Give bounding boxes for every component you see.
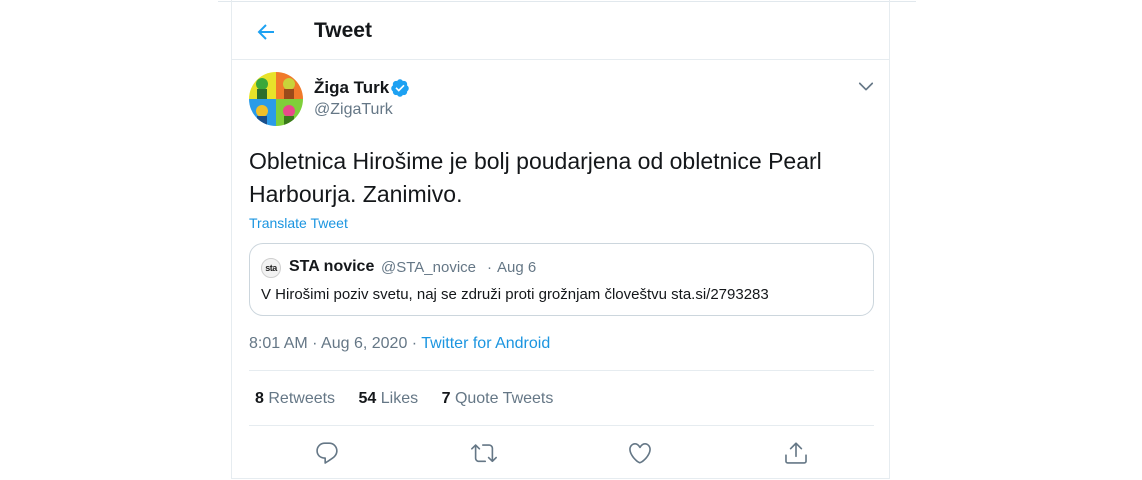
page-title: Tweet	[314, 19, 372, 42]
quoted-author-name: STA novice	[289, 258, 375, 275]
tweet-date[interactable]: Aug 6, 2020	[321, 335, 407, 352]
tweet-time[interactable]: 8:01 AM	[249, 335, 308, 352]
likes-count: 54	[358, 390, 377, 407]
avatar[interactable]	[249, 72, 303, 126]
heart-icon[interactable]	[627, 440, 653, 466]
author-handle[interactable]: @ZigaTurk	[314, 101, 393, 119]
retweets-stat[interactable]: 8 Retweets	[255, 390, 335, 408]
quoted-tweet[interactable]: sta STA novice @STA_novice · Aug 6 V Hir…	[249, 243, 874, 316]
quoted-text: V Hirošimi poziv svetu, naj se združi pr…	[261, 286, 769, 303]
chevron-down-icon[interactable]	[856, 76, 876, 96]
retweets-label: Retweets	[268, 390, 336, 407]
tweet-meta: 8:01 AM · Aug 6, 2020 · Twitter for Andr…	[249, 335, 550, 353]
meta-separator: ·	[411, 335, 418, 352]
quote-tweets-label: Quote Tweets	[454, 390, 554, 407]
quoted-avatar: sta	[261, 258, 281, 278]
quoted-author-handle: @STA_novice	[381, 259, 476, 276]
meta-separator: ·	[312, 335, 318, 352]
likes-label: Likes	[380, 390, 419, 407]
header: Tweet	[232, 0, 889, 60]
tweet-source-link[interactable]: Twitter for Android	[421, 335, 550, 352]
retweet-icon[interactable]	[471, 440, 497, 466]
retweets-count: 8	[255, 390, 264, 407]
quoted-separator: ·	[487, 259, 492, 276]
divider	[249, 370, 874, 371]
tweet-text: Obletnica Hirošime je bolj poudarjena od…	[249, 148, 822, 207]
author-name[interactable]: Žiga Turk	[314, 78, 389, 98]
verified-badge-icon	[391, 79, 409, 97]
arrow-left-icon[interactable]	[254, 20, 278, 44]
likes-stat[interactable]: 54 Likes	[359, 390, 419, 408]
reply-icon[interactable]	[314, 440, 340, 466]
quote-tweets-count: 7	[441, 390, 451, 407]
share-icon[interactable]	[783, 440, 809, 466]
translate-tweet-link[interactable]: Translate Tweet	[249, 215, 348, 231]
quote-tweets-stat[interactable]: 7 Quote Tweets	[442, 390, 554, 408]
divider	[249, 425, 874, 426]
quoted-date: Aug 6	[497, 259, 537, 276]
tweet-stats: 8 Retweets 54 Likes 7 Quote Tweets	[255, 390, 572, 408]
tweet-detail-card: Tweet Žiga Turk @ZigaTurk Obletnica Hiro…	[231, 0, 890, 479]
